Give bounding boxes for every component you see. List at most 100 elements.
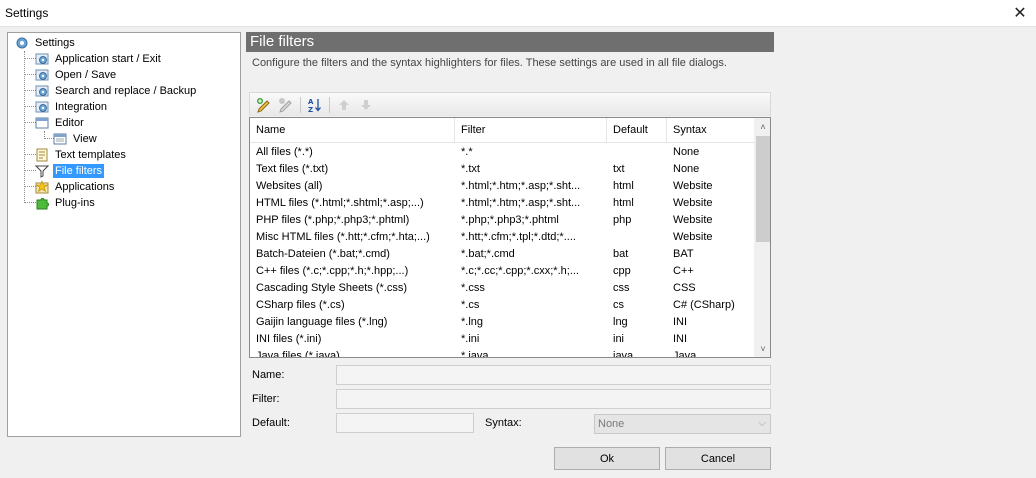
table-row[interactable]: Websites (all) *.html;*.htm;*.asp;*.sht..… <box>250 178 754 195</box>
table-row[interactable]: INI files (*.ini) *.ini ini INI <box>250 331 754 348</box>
syntax-selected-value: None <box>598 418 625 430</box>
column-header-name[interactable]: Name <box>250 118 455 143</box>
vertical-scrollbar[interactable]: ˄ ˅ <box>754 118 770 357</box>
add-filter-button[interactable] <box>253 95 275 115</box>
cell-name: PHP files (*.php;*.php3;*.phtml) <box>256 214 410 226</box>
column-header-filter[interactable]: Filter <box>455 118 607 143</box>
ok-button[interactable]: Ok <box>554 447 660 470</box>
cell-syntax: C++ <box>673 265 694 277</box>
tree-item-editor[interactable]: Editor <box>34 115 86 131</box>
column-header-syntax[interactable]: Syntax <box>667 118 754 143</box>
table-row[interactable]: All files (*.*) *.* None <box>250 144 754 161</box>
cell-filter: *.c;*.cc;*.cpp;*.cxx;*.h;... <box>461 265 579 277</box>
tree-item-application-start[interactable]: Application start / Exit <box>34 51 163 67</box>
cell-syntax: INI <box>673 316 688 328</box>
cell-filter: *.txt <box>461 163 480 175</box>
document-icon <box>34 147 50 163</box>
scroll-down-arrow-icon[interactable]: ˅ <box>755 340 770 357</box>
list-header: Name Filter Default Syntax <box>250 118 754 143</box>
cell-syntax: Java <box>673 350 697 358</box>
cell-filter: *.cs <box>461 299 480 311</box>
table-row[interactable]: C++ files (*.c;*.cpp;*.h;*.hpp;...) *.c;*… <box>250 263 754 280</box>
cell-filter: *.css <box>461 282 485 294</box>
tree-item-view[interactable]: View <box>52 131 99 147</box>
filter-toolbar: AZ <box>249 92 771 116</box>
cell-name: HTML files (*.html;*.shtml;*.asp;...) <box>256 197 424 209</box>
settings-tree[interactable]: Settings Application start / Exit Open /… <box>7 32 241 437</box>
table-row[interactable]: Cascading Style Sheets (*.css) *.css css CS… <box>250 280 754 297</box>
table-row[interactable]: HTML files (*.html;*.shtml;*.asp;...) *.h… <box>250 195 754 212</box>
default-field[interactable] <box>336 413 474 433</box>
filter-label: Filter: <box>252 393 280 405</box>
table-row[interactable]: Text files (*.txt) *.txt txt None <box>250 161 754 178</box>
filter-list[interactable]: Name Filter Default Syntax All files (*.… <box>249 117 771 358</box>
cell-default: html <box>613 197 634 209</box>
sort-az-icon: AZ <box>308 98 321 113</box>
tree-item-search-replace[interactable]: Search and replace / Backup <box>34 83 198 99</box>
arrow-up-icon <box>339 99 349 110</box>
cell-name: All files (*.*) <box>256 146 313 158</box>
name-label: Name: <box>252 369 285 381</box>
cell-name: Text files (*.txt) <box>256 163 329 175</box>
gear-icon <box>34 83 50 99</box>
cell-name: INI files (*.ini) <box>256 333 322 345</box>
sort-button[interactable]: AZ <box>304 95 326 115</box>
cell-syntax: None <box>673 163 700 175</box>
gear-icon <box>14 35 30 51</box>
table-row[interactable]: PHP files (*.php;*.php3;*.phtml) *.php;*.… <box>250 212 754 229</box>
name-field[interactable] <box>336 365 771 385</box>
tree-item-file-filters[interactable]: File filters <box>34 163 105 179</box>
cell-syntax: BAT <box>673 248 694 260</box>
cell-syntax: Website <box>673 231 713 243</box>
tree-item-settings[interactable]: Settings <box>14 35 77 51</box>
cell-syntax: Website <box>673 197 713 209</box>
cell-default: lng <box>613 316 628 328</box>
table-row[interactable]: Batch-Dateien (*.bat;*.cmd) *.bat;*.cmd ba… <box>250 246 754 263</box>
cell-filter: *.java <box>461 350 489 358</box>
table-row[interactable]: Java files (*.java) *.java java Java <box>250 348 754 358</box>
syntax-label: Syntax: <box>485 417 522 429</box>
title-bar <box>0 0 1036 27</box>
tree-item-open-save[interactable]: Open / Save <box>34 67 118 83</box>
arrow-down-icon <box>361 99 371 110</box>
delete-filter-button[interactable] <box>275 95 297 115</box>
table-row[interactable]: CSharp files (*.cs) *.cs cs C# (CSharp) <box>250 297 754 314</box>
cell-name: C++ files (*.c;*.cpp;*.h;*.hpp;...) <box>256 265 409 277</box>
window-title: Settings <box>5 6 49 20</box>
scroll-thumb[interactable] <box>756 136 770 242</box>
cell-name: CSharp files (*.cs) <box>256 299 345 311</box>
cell-default: txt <box>613 163 625 175</box>
gear-icon <box>34 99 50 115</box>
tree-item-applications[interactable]: Applications <box>34 179 116 195</box>
filter-field[interactable] <box>336 389 771 409</box>
cell-default: cs <box>613 299 624 311</box>
cell-filter: *.htt;*.cfm;*.tpl;*.dtd;*.... <box>461 231 576 243</box>
cell-syntax: None <box>673 146 700 158</box>
cell-default: php <box>613 214 632 226</box>
move-up-button[interactable] <box>333 95 355 115</box>
chevron-down-icon: ⌵ <box>758 418 766 429</box>
cell-filter: *.html;*.htm;*.asp;*.sht... <box>461 197 581 209</box>
gear-icon <box>34 67 50 83</box>
close-button[interactable]: ✕ <box>1010 4 1030 22</box>
star-icon <box>34 179 50 195</box>
tree-item-plug-ins[interactable]: Plug-ins <box>34 195 97 211</box>
tree-item-integration[interactable]: Integration <box>34 99 109 115</box>
cell-syntax: INI <box>673 333 688 345</box>
cell-name: Misc HTML files (*.htt;*.cfm;*.hta;...) <box>256 231 430 243</box>
scroll-up-arrow-icon[interactable]: ˄ <box>755 118 770 135</box>
toolbar-separator <box>300 96 301 113</box>
move-down-button[interactable] <box>355 95 377 115</box>
column-header-default[interactable]: Default <box>607 118 667 143</box>
pencil-add-icon <box>257 97 270 113</box>
cell-filter: *.lng <box>461 316 484 328</box>
puzzle-icon <box>34 195 50 211</box>
pencil-delete-icon <box>279 97 292 113</box>
svg-text:A: A <box>308 98 314 106</box>
cancel-button[interactable]: Cancel <box>665 447 771 470</box>
tree-item-text-templates[interactable]: Text templates <box>34 147 128 163</box>
cell-default: css <box>613 282 630 294</box>
syntax-dropdown[interactable]: None ⌵ <box>594 414 771 434</box>
table-row[interactable]: Misc HTML files (*.htt;*.cfm;*.hta;...) *… <box>250 229 754 246</box>
table-row[interactable]: Gaijin language files (*.lng) *.lng lng INI <box>250 314 754 331</box>
